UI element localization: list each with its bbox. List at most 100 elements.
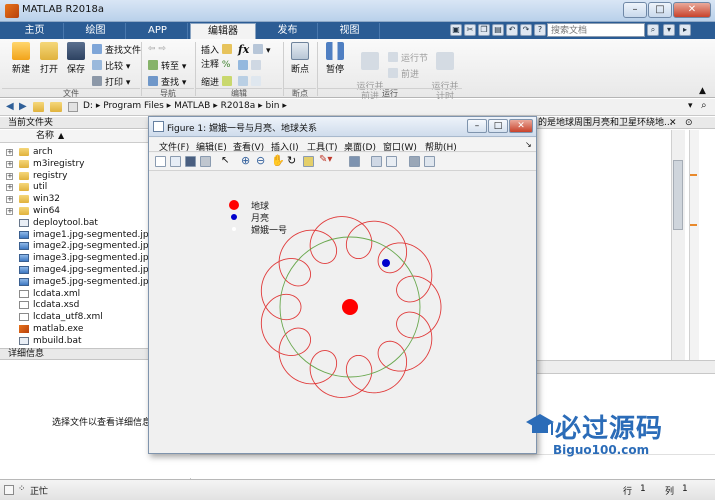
colorbar-icon[interactable]: [371, 156, 382, 167]
menu-edit[interactable]: 编辑(E): [196, 140, 227, 153]
panel-close-icon[interactable]: ✕: [669, 118, 677, 128]
help-icon[interactable]: ?: [534, 24, 546, 36]
pointer-icon[interactable]: ↖: [221, 155, 229, 166]
figure-title-bar[interactable]: Figure 1: 嫦娥一号与月亮、地球关系 – □ ✕: [149, 117, 536, 137]
breakpoints-button[interactable]: 断点: [287, 42, 313, 75]
menu-help[interactable]: 帮助(H): [425, 140, 457, 153]
goto-button[interactable]: 转至 ▾: [148, 60, 186, 73]
undo-icon[interactable]: ↶: [506, 24, 518, 36]
link-plot-icon[interactable]: [349, 156, 360, 167]
show-plot-tools-icon[interactable]: [424, 156, 435, 167]
comment-button[interactable]: 注释 %: [201, 60, 230, 71]
fx-insert-button[interactable]: fx: [238, 43, 249, 56]
insert-button[interactable]: 插入: [201, 44, 235, 57]
tab-view[interactable]: 视图: [320, 23, 380, 39]
breadcrumb-program-files[interactable]: Program Files: [103, 101, 164, 111]
nav-back-icon[interactable]: ◀: [6, 101, 14, 112]
ribbon-collapse-icon[interactable]: ▲: [699, 86, 706, 96]
open-file-icon[interactable]: [170, 156, 181, 167]
expand-icon[interactable]: +: [6, 184, 13, 192]
redo-icon[interactable]: ↷: [520, 24, 532, 36]
expand-icon[interactable]: +: [6, 160, 13, 168]
tab-apps[interactable]: APP: [128, 23, 188, 39]
tab-plots[interactable]: 绘图: [66, 23, 126, 39]
watermark-logo-icon: [525, 412, 555, 442]
new-button[interactable]: 新建: [8, 42, 34, 75]
cut-icon[interactable]: ✂: [464, 24, 476, 36]
expand-icon[interactable]: +: [6, 208, 13, 215]
expand-icon[interactable]: +: [6, 196, 13, 204]
figure-maximize-button[interactable]: □: [488, 119, 508, 133]
edit-icons-row1[interactable]: ▾: [253, 44, 271, 57]
search-input[interactable]: [547, 23, 645, 37]
file-name: registry: [33, 170, 68, 181]
breadcrumb-matlab[interactable]: MATLAB: [174, 101, 210, 111]
path-dropdown-icon[interactable]: ▾: [688, 101, 693, 111]
menu-desktop[interactable]: 桌面(D): [344, 140, 376, 153]
menu-insert[interactable]: 插入(I): [271, 140, 299, 153]
figure-window[interactable]: Figure 1: 嫦娥一号与月亮、地球关系 – □ ✕ 文件(F) 编辑(E)…: [148, 116, 537, 454]
menu-window[interactable]: 窗口(W): [383, 140, 417, 153]
run-section-button[interactable]: 运行节: [388, 52, 428, 65]
title-bar: MATLAB R2018a – □ ✕: [0, 0, 715, 22]
open-button[interactable]: 打开: [36, 42, 62, 75]
column-name[interactable]: 名称: [36, 130, 54, 142]
warning-marker[interactable]: [690, 224, 697, 226]
breadcrumb-bin[interactable]: bin: [266, 101, 280, 111]
zoom-out-icon[interactable]: ⊖: [256, 154, 265, 167]
menu-tools[interactable]: 工具(T): [307, 140, 338, 153]
copy-icon[interactable]: ❐: [478, 24, 490, 36]
window-title: MATLAB R2018a: [22, 4, 105, 15]
menu-dock-icon[interactable]: ↘: [525, 140, 532, 149]
zoom-in-icon[interactable]: ⊕: [241, 154, 250, 167]
login-icon[interactable]: ▸: [679, 24, 691, 36]
navigate-group-label: 导航: [142, 88, 194, 98]
up-folder-icon[interactable]: [33, 102, 44, 112]
browse-folder-icon[interactable]: [50, 102, 62, 112]
close-button[interactable]: ✕: [673, 2, 711, 18]
search-path-icon[interactable]: ⌕: [701, 100, 707, 111]
new-figure-icon[interactable]: [155, 156, 166, 167]
notification-icon[interactable]: ▾: [663, 24, 675, 36]
editor-scrollbar[interactable]: [689, 130, 699, 360]
menu-view[interactable]: 查看(V): [233, 140, 264, 153]
tab-home[interactable]: 主页: [6, 23, 64, 39]
expand-icon[interactable]: +: [6, 149, 13, 156]
advance-button[interactable]: 前进: [388, 68, 419, 81]
data-cursor-icon[interactable]: [303, 156, 314, 167]
save-quick-icon[interactable]: ▣: [450, 24, 462, 36]
pause-button[interactable]: 暂停: [322, 42, 348, 75]
save-figure-icon[interactable]: [185, 156, 196, 167]
find-files-button[interactable]: 查找文件: [92, 44, 141, 57]
figure-minimize-button[interactable]: –: [467, 119, 487, 133]
panel-menu-icon[interactable]: ⊙: [685, 118, 693, 128]
back-forward-icons[interactable]: ⇦ ⇨: [148, 44, 166, 55]
command-window[interactable]: [190, 454, 715, 478]
brush-icon[interactable]: ✎▾: [319, 154, 332, 165]
maximize-button[interactable]: □: [648, 2, 672, 18]
expand-icon[interactable]: +: [6, 172, 13, 180]
paste-icon[interactable]: ▤: [492, 24, 504, 36]
pan-icon[interactable]: ✋: [271, 154, 285, 167]
save-button[interactable]: 保存: [63, 42, 89, 75]
figure-canvas[interactable]: 地球 月亮 嫦娥一号: [149, 172, 536, 453]
hide-plot-tools-icon[interactable]: [409, 156, 420, 167]
legend-icon[interactable]: [386, 156, 397, 167]
minimize-button[interactable]: –: [623, 2, 647, 18]
compare-button[interactable]: 比较 ▾: [92, 60, 130, 73]
menu-file[interactable]: 文件(F): [159, 140, 189, 153]
breadcrumb[interactable]: D: ▸ Program Files ▸ MATLAB ▸ R2018a ▸ b…: [83, 101, 287, 111]
figure-close-button[interactable]: ✕: [509, 119, 533, 133]
rotate-icon[interactable]: ↻: [287, 154, 296, 167]
doc-icon: [19, 313, 29, 322]
breadcrumb-drive[interactable]: D:: [83, 101, 93, 111]
nav-forward-icon[interactable]: ▶: [19, 101, 27, 112]
workspace-scroll-thumb[interactable]: [673, 160, 683, 230]
search-icon[interactable]: ⌕: [647, 24, 659, 36]
print-figure-icon[interactable]: [200, 156, 211, 167]
tab-editor[interactable]: 编辑器: [190, 23, 256, 39]
tab-publish[interactable]: 发布: [258, 23, 318, 39]
breadcrumb-r2018a[interactable]: R2018a: [221, 101, 256, 111]
warning-marker[interactable]: [690, 174, 697, 176]
edit-icons-row2[interactable]: [238, 60, 264, 73]
